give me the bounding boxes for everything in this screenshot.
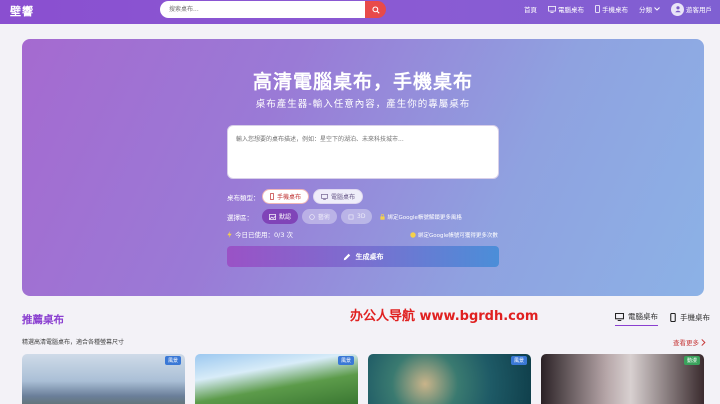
tab-mobile-label: 手機桌布 (680, 312, 710, 322)
style-row: 選擇區： 默認 藝術 3D 綁定Google帳號解鎖更多風格 (227, 209, 462, 224)
phone-icon (270, 193, 274, 200)
login-note-text: 綁定Google帳號解鎖更多風格 (387, 214, 462, 221)
hero-title: 高清電腦桌布，手機桌布 (252, 71, 473, 93)
category-badge: 動漫 (683, 356, 700, 365)
lock-icon (380, 213, 386, 220)
phone-icon (670, 312, 676, 322)
pencil-icon (343, 253, 350, 260)
generate-button-label: 生成桌布 (355, 253, 384, 261)
recommend-description: 精選高清電腦桌布，適合各種螢幕尺寸 (22, 339, 125, 346)
category-badge: 風景 (337, 356, 354, 365)
nav-mobile[interactable]: 手機桌布 (595, 4, 628, 14)
nav-user[interactable]: 遊客用戶 (671, 2, 712, 16)
category-badge: 風景 (164, 356, 181, 365)
see-more-link[interactable]: 查看更多 (673, 337, 706, 347)
generate-button[interactable]: 生成桌布 (227, 246, 499, 267)
style-option-3d[interactable]: 3D (341, 209, 373, 224)
usage-text: 今日已使用：0/3 次 (235, 231, 294, 239)
style-option-art-label: 藝術 (318, 214, 331, 221)
top-navbar: 壁響 首頁 電腦桌布 手機桌布 分類 (0, 0, 720, 24)
prompt-input[interactable] (227, 125, 499, 179)
avatar (671, 2, 684, 16)
search-bar (160, 1, 386, 18)
recommend-title: 推薦桌布 (22, 314, 64, 326)
wallpaper-thumb[interactable]: 動漫 (541, 354, 704, 404)
search-icon (371, 5, 380, 14)
monitor-icon (321, 193, 328, 200)
type-option-mobile[interactable]: 手機桌布 (262, 189, 310, 204)
search-button[interactable] (365, 1, 386, 18)
image-icon (269, 213, 276, 220)
style-option-default-label: 默認 (279, 214, 292, 221)
chevron-right-icon (701, 338, 706, 346)
wallpaper-thumb[interactable]: 風景 (195, 354, 358, 404)
tab-mobile[interactable]: 手機桌布 (670, 311, 710, 326)
style-label: 選擇區： (227, 213, 253, 222)
usage-note: 綁定Google帳號可獲得更多次數 (410, 231, 498, 239)
watermark-text: 办公人导航 www.bgrdh.com (350, 309, 539, 324)
chevron-down-icon (654, 7, 660, 11)
see-more-label: 查看更多 (673, 339, 699, 347)
style-option-3d-label: 3D (357, 213, 366, 220)
bolt-icon (227, 230, 232, 238)
tab-desktop-label: 電腦桌布 (628, 312, 658, 321)
nav-desktop[interactable]: 電腦桌布 (548, 4, 584, 14)
hero-subtitle: 桌布產生器-輸入任意內容，產生你的專屬桌布 (255, 99, 471, 110)
nav-desktop-label: 電腦桌布 (558, 6, 584, 14)
recommend-tabs: 電腦桌布 手機桌布 (603, 311, 710, 326)
palette-icon (309, 213, 315, 220)
nav-mobile-label: 手機桌布 (602, 6, 628, 14)
monitor-icon (548, 5, 556, 13)
type-label: 桌布類型： (227, 193, 260, 202)
login-note: 綁定Google帳號解鎖更多風格 (380, 213, 462, 221)
wallpaper-thumb[interactable]: 風景 (368, 354, 531, 404)
user-icon (674, 6, 681, 13)
phone-icon (595, 5, 600, 13)
wallpaper-thumb[interactable]: 風景 (22, 354, 185, 404)
style-option-art[interactable]: 藝術 (302, 209, 338, 224)
nav-category-label: 分類 (639, 6, 652, 14)
tab-desktop[interactable]: 電腦桌布 (615, 311, 658, 326)
cube-icon (348, 214, 354, 219)
type-option-desktop-label: 電腦桌布 (331, 194, 356, 201)
style-option-default[interactable]: 默認 (262, 209, 299, 224)
nav-user-label: 遊客用戶 (686, 6, 712, 14)
nav-home[interactable]: 首頁 (524, 4, 537, 14)
category-badge: 風景 (510, 356, 527, 365)
type-row: 桌布類型： 手機桌布 電腦桌布 (227, 189, 367, 204)
nav-home-label: 首頁 (524, 6, 537, 14)
hero-panel: 高清電腦桌布，手機桌布 桌布產生器-輸入任意內容，產生你的專屬桌布 桌布類型： … (22, 39, 704, 296)
monitor-icon (615, 312, 624, 321)
site-logo[interactable]: 壁響 (10, 3, 34, 19)
usage-row: 今日已使用：0/3 次 (227, 229, 293, 239)
coin-icon (410, 232, 416, 238)
usage-note-text: 綁定Google帳號可獲得更多次數 (418, 233, 498, 239)
nav-links: 首頁 電腦桌布 手機桌布 分類 遊客用戶 (513, 0, 712, 18)
search-input[interactable] (160, 1, 366, 18)
type-option-mobile-label: 手機桌布 (277, 194, 302, 201)
nav-category[interactable]: 分類 (639, 4, 660, 14)
type-option-desktop[interactable]: 電腦桌布 (313, 189, 364, 204)
